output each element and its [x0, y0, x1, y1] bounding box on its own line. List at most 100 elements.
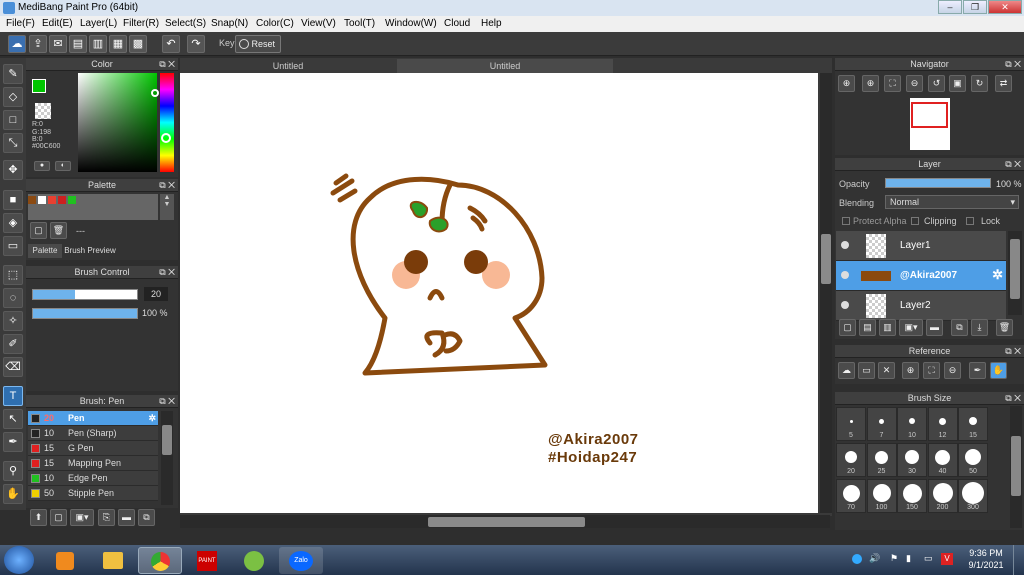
reset-button[interactable]: Reset — [235, 35, 281, 53]
panel-controls-icon[interactable]: ⧉ ✕ — [1005, 392, 1021, 405]
layer-row[interactable]: Layer2 — [836, 291, 1006, 321]
color-swap-button[interactable]: ◐ — [55, 161, 71, 171]
protect-alpha-checkbox[interactable] — [842, 217, 850, 225]
move-tool-icon[interactable]: ✥ — [3, 160, 23, 180]
palette-swatch[interactable] — [28, 196, 36, 204]
menu-view[interactable]: View(V) — [301, 18, 336, 29]
brush-size-option[interactable]: 10 — [897, 407, 927, 441]
layer-scrollbar[interactable] — [1008, 231, 1022, 315]
redo-icon[interactable]: ↷ — [187, 35, 205, 53]
tab-document-2[interactable]: Untitled — [397, 59, 613, 73]
layer-row-selected[interactable]: @Akira2007 ✲ — [836, 261, 1006, 291]
new-halftone-layer-icon[interactable]: ▤ — [859, 319, 876, 336]
brush-size-option[interactable]: 70 — [836, 479, 866, 513]
hue-cursor[interactable] — [161, 133, 171, 143]
close-button[interactable]: ✕ — [988, 0, 1022, 14]
gallery-icon[interactable]: ▦ — [109, 35, 127, 53]
color-mode-button[interactable]: ● — [34, 161, 50, 171]
lasso-tool-icon[interactable]: ◌ — [3, 288, 23, 308]
network-icon[interactable]: ▮ — [906, 553, 911, 564]
brush-size-value[interactable]: 20 — [144, 287, 168, 301]
merge-layer-icon[interactable]: ⤓ — [971, 319, 988, 336]
clock[interactable]: 9:36 PM 9/1/2021 — [966, 548, 1006, 570]
layer-add-menu-icon[interactable]: ▣▾ — [899, 319, 923, 336]
menu-color[interactable]: Color(C) — [256, 18, 294, 29]
show-desktop-button[interactable] — [1013, 545, 1024, 575]
delete-layer-icon[interactable]: 🗑 — [996, 319, 1013, 336]
minimize-button[interactable]: – — [938, 0, 962, 14]
layer-opacity-slider[interactable] — [885, 178, 991, 188]
select-pen-icon[interactable]: ✐ — [3, 334, 23, 354]
brush-size-option[interactable]: 20 — [836, 443, 866, 477]
palette-swatch[interactable] — [68, 196, 76, 204]
flag-icon[interactable]: ⚑ — [890, 553, 898, 564]
lock-checkbox[interactable] — [966, 217, 974, 225]
menu-select[interactable]: Select(S) — [165, 18, 206, 29]
panel-controls-icon[interactable]: ⧉ ✕ — [1005, 345, 1021, 358]
panel-controls-icon[interactable]: ⧉ ✕ — [1005, 158, 1021, 171]
new-layer-icon[interactable]: ▢ — [839, 319, 856, 336]
comment-icon[interactable]: ✉ — [49, 35, 67, 53]
grid-icon[interactable]: ▩ — [129, 35, 147, 53]
hue-slider[interactable] — [160, 73, 174, 172]
brush-size-option[interactable]: 100 — [866, 479, 897, 513]
tab-document-1[interactable]: Untitled — [180, 59, 396, 73]
brush-size-option[interactable]: 5 — [836, 407, 866, 441]
folder-icon[interactable]: ▬ — [926, 319, 943, 336]
text-tool-icon[interactable]: T — [3, 386, 23, 406]
menu-help[interactable]: Help — [481, 18, 502, 29]
duplicate-layer-icon[interactable]: ⧉ — [951, 319, 968, 336]
foreground-color-swatch[interactable] — [32, 79, 46, 93]
menu-cloud[interactable]: Cloud — [444, 18, 470, 29]
brush-settings-icon[interactable]: ⎘ — [98, 509, 115, 526]
flip-icon[interactable]: ⇄ — [995, 75, 1012, 92]
brush-size-option[interactable]: 200 — [927, 479, 958, 513]
rotate-left-icon[interactable]: ↺ — [928, 75, 945, 92]
picker-cursor[interactable] — [151, 89, 159, 97]
taskbar-media-player[interactable] — [43, 547, 87, 574]
brush-size-option[interactable]: 7 — [866, 407, 897, 441]
speaker-icon[interactable]: 🔊 — [869, 553, 880, 564]
eyedropper-icon[interactable]: ✒ — [3, 432, 23, 452]
dot-tool-icon[interactable]: ⤡ — [3, 133, 23, 153]
menu-filter[interactable]: Filter(R) — [123, 18, 159, 29]
brush-item-stipple-pen[interactable]: 50 Stipple Pen — [28, 486, 158, 501]
new-8bit-layer-icon[interactable]: ▥ — [879, 319, 896, 336]
new-palette-icon[interactable]: ▢ — [30, 222, 47, 239]
menu-snap[interactable]: Snap(N) — [211, 18, 248, 29]
upload-icon[interactable]: ⇪ — [29, 35, 47, 53]
reference-fit-icon[interactable]: ⛶ — [923, 362, 940, 379]
horizontal-scroll-thumb[interactable] — [428, 517, 585, 527]
brush-folder-icon[interactable]: ▬ — [118, 509, 135, 526]
brush-item-g-pen[interactable]: 15 G Pen — [28, 441, 158, 456]
actual-size-icon[interactable]: ▣ — [949, 75, 966, 92]
brush-size-option[interactable]: 15 — [958, 407, 988, 441]
drawing-canvas[interactable]: @Akira2007 #Hoidap247 — [180, 73, 818, 513]
menu-layer[interactable]: Layer(L) — [80, 18, 117, 29]
palette-swatch[interactable] — [38, 196, 46, 204]
vertical-scroll-thumb[interactable] — [821, 234, 831, 284]
panel-controls-icon[interactable]: ⧉ ✕ — [159, 58, 175, 71]
tab-brush-preview[interactable]: Brush Preview — [62, 244, 118, 258]
document-icon[interactable]: ▥ — [89, 35, 107, 53]
panel-controls-icon[interactable]: ⧉ ✕ — [1005, 58, 1021, 71]
brush-size-option[interactable]: 300 — [958, 479, 988, 513]
start-button[interactable] — [4, 546, 34, 574]
saturation-value-picker[interactable] — [78, 73, 157, 172]
reference-zoom-out-icon[interactable]: ⊖ — [944, 362, 961, 379]
rectangle-tool-icon[interactable]: □ — [3, 110, 23, 130]
canvas-vertical-scrollbar[interactable] — [820, 73, 832, 513]
brush-size-option[interactable]: 150 — [897, 479, 927, 513]
clipping-checkbox[interactable] — [911, 217, 919, 225]
navigator-viewport[interactable] — [911, 102, 948, 128]
transparent-swatch[interactable] — [35, 103, 51, 119]
brush-item-pen[interactable]: 20 Pen ✲ — [28, 411, 158, 426]
brush-size-slider[interactable] — [32, 289, 138, 300]
brush-size-scrollbar[interactable] — [1010, 406, 1022, 528]
brush-new-icon[interactable]: ▢ — [50, 509, 67, 526]
select-tool-icon[interactable]: ⬚ — [3, 265, 23, 285]
taskbar-app[interactable] — [232, 547, 276, 574]
battery-icon[interactable]: ▭ — [924, 553, 933, 564]
undo-icon[interactable]: ↶ — [162, 35, 180, 53]
chat-icon[interactable]: ▤ — [69, 35, 87, 53]
